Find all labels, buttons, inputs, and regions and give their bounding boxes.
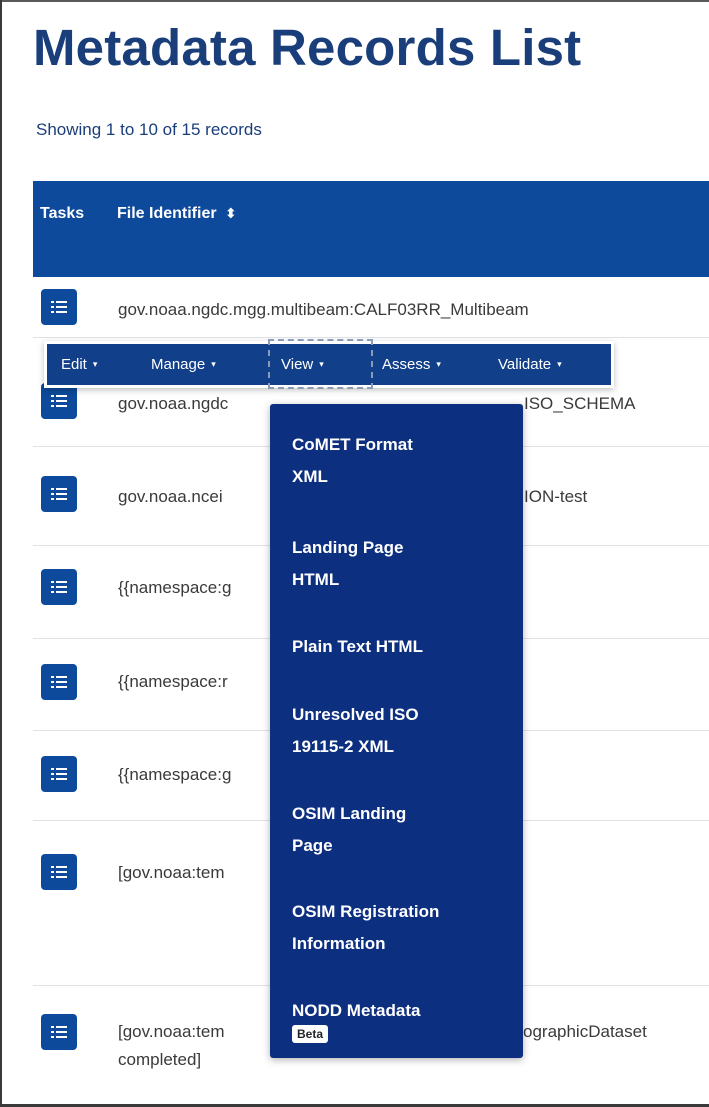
tab-assess[interactable]: Assess ▾ xyxy=(382,344,441,385)
file-identifier-cell-suffix: ographicDataset xyxy=(523,1022,647,1041)
tab-edit[interactable]: Edit ▾ xyxy=(61,344,97,385)
file-identifier-cell[interactable]: {{namespace:g xyxy=(118,758,231,792)
menu-item-label: NODD Metadata xyxy=(292,1001,421,1020)
row-tasks-button[interactable] xyxy=(41,1014,77,1050)
menu-item-unresolved-iso-xml[interactable]: Unresolved ISO 19115-2 XML xyxy=(292,699,517,763)
menu-item-label: Landing Page xyxy=(292,538,404,557)
column-header-file-identifier[interactable]: File Identifier ⬍ xyxy=(117,205,237,223)
file-identifier-cell-suffix: ISO_SCHEMA xyxy=(524,394,636,413)
file-identifier-cell[interactable]: gov.noaa.ncei xyxy=(118,480,223,514)
menu-item-label: CoMET Format xyxy=(292,435,413,454)
menu-item-osim-landing-page[interactable]: OSIM Landing Page xyxy=(292,798,517,862)
row-tasks-button[interactable] xyxy=(41,756,77,792)
records-info: Showing 1 to 10 of 15 records xyxy=(36,120,262,139)
tab-edit-label: Edit xyxy=(61,356,87,373)
view-dropdown-menu: CoMET Format XML Landing Page HTML Plain… xyxy=(270,404,523,1058)
row-tasks-button[interactable] xyxy=(41,289,77,325)
row-tasks-button[interactable] xyxy=(41,664,77,700)
chevron-down-icon: ▾ xyxy=(92,359,98,369)
menu-item-label: Information xyxy=(292,934,386,953)
list-tasks-icon xyxy=(51,301,67,313)
menu-item-label: XML xyxy=(292,467,328,486)
file-identifier-cell[interactable]: [gov.noaa:tem xyxy=(118,856,224,890)
menu-item-comet-format-xml[interactable]: CoMET Format XML xyxy=(292,429,517,493)
file-identifier-cell[interactable]: gov.noaa.ngdc.mgg.multibeam:CALF03RR_Mul… xyxy=(118,293,529,327)
menu-item-label: HTML xyxy=(292,570,340,589)
tab-assess-label: Assess xyxy=(382,356,431,373)
column-header-file-identifier-label: File Identifier xyxy=(117,205,217,222)
menu-item-label: OSIM Landing xyxy=(292,804,407,823)
row-tasks-button[interactable] xyxy=(41,854,77,890)
record-action-bar: Edit ▾ Manage ▾ View ▾ Assess ▾ Validate ▾ xyxy=(44,339,614,389)
chevron-down-icon: ▾ xyxy=(557,359,562,369)
menu-item-label: Plain Text HTML xyxy=(292,637,423,656)
file-identifier-cell[interactable]: {{namespace:g xyxy=(118,571,231,605)
file-identifier-cell[interactable]: {{namespace:r xyxy=(118,665,228,699)
chevron-down-icon: ▾ xyxy=(436,359,441,369)
tab-validate-label: Validate xyxy=(498,356,552,373)
row-divider xyxy=(33,337,709,338)
file-identifier-cell-suffix: ION-test xyxy=(524,487,588,506)
table-header: Tasks File Identifier ⬍ xyxy=(33,181,709,277)
menu-item-label: Unresolved ISO xyxy=(292,705,419,724)
row-tasks-button[interactable] xyxy=(41,476,77,512)
chevron-down-icon: ▾ xyxy=(319,359,324,369)
list-tasks-icon xyxy=(51,488,67,500)
page-title: Metadata Records List xyxy=(33,19,582,76)
file-identifier-cell-line2: completed] xyxy=(118,1050,202,1069)
menu-item-osim-registration-information[interactable]: OSIM Registration Information xyxy=(292,896,517,960)
menu-item-plain-text-html[interactable]: Plain Text HTML xyxy=(292,631,517,663)
menu-item-label: OSIM Registration xyxy=(292,902,440,921)
tab-view[interactable]: View ▾ xyxy=(281,344,324,385)
menu-item-nodd-metadata[interactable]: NODD Metadata Beta xyxy=(292,995,517,1059)
list-tasks-icon xyxy=(51,395,67,407)
list-tasks-icon xyxy=(51,1026,67,1038)
menu-item-label: 19115-2 XML xyxy=(292,737,395,756)
list-tasks-icon xyxy=(51,768,67,780)
tab-manage[interactable]: Manage ▾ xyxy=(151,344,216,385)
menu-item-label: Page xyxy=(292,836,333,855)
column-header-tasks: Tasks xyxy=(40,205,85,222)
record-action-bar-inner: Edit ▾ Manage ▾ View ▾ Assess ▾ Validate ▾ xyxy=(47,339,611,389)
chevron-down-icon: ▾ xyxy=(211,359,216,369)
beta-badge: Beta xyxy=(292,1025,329,1043)
sort-icon[interactable]: ⬍ xyxy=(225,205,237,221)
tab-validate[interactable]: Validate ▾ xyxy=(498,344,562,385)
list-tasks-icon xyxy=(51,676,67,688)
frame-left-border xyxy=(0,0,2,1107)
file-identifier-cell[interactable]: gov.noaa.ngdc xyxy=(118,387,228,421)
tab-view-label: View xyxy=(281,356,314,373)
tab-manage-label: Manage xyxy=(151,356,206,373)
frame-top-border xyxy=(0,0,709,2)
row-tasks-button[interactable] xyxy=(41,383,77,419)
menu-item-landing-page-html[interactable]: Landing Page HTML xyxy=(292,532,517,596)
row-tasks-button[interactable] xyxy=(41,569,77,605)
list-tasks-icon xyxy=(51,866,67,878)
list-tasks-icon xyxy=(51,581,67,593)
